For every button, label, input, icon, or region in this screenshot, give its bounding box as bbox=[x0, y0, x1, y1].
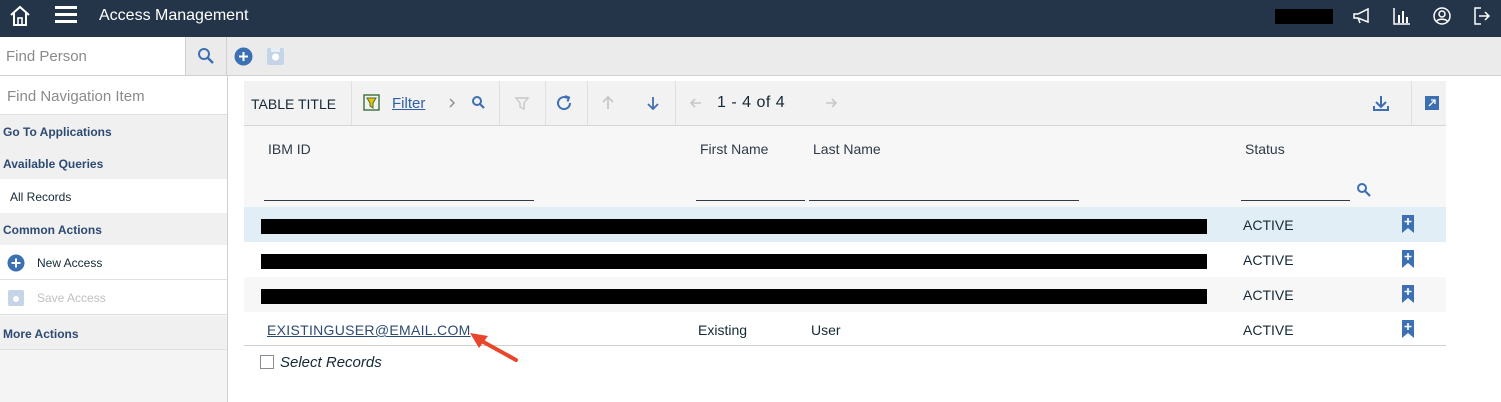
bookmark-add-icon[interactable] bbox=[1402, 320, 1414, 338]
chevron-left-icon[interactable] bbox=[687, 94, 705, 112]
divider bbox=[587, 81, 588, 125]
table-toolbar: TABLE TITLE Filter 1 - 4 of 4 bbox=[244, 81, 1446, 126]
divider bbox=[1411, 81, 1412, 125]
table-row[interactable]: EXISTINGUSER@EMAIL.COM Existing User ACT… bbox=[244, 312, 1446, 347]
table-title: TABLE TITLE bbox=[251, 96, 337, 112]
divider bbox=[351, 81, 352, 125]
ibm-id-link[interactable]: EXISTINGUSER@EMAIL.COM bbox=[267, 322, 471, 338]
redacted-row-data bbox=[261, 289, 1207, 304]
select-records-checkbox[interactable] bbox=[260, 355, 274, 369]
arrow-down-icon[interactable] bbox=[644, 94, 662, 112]
bookmark-add-icon[interactable] bbox=[1402, 250, 1414, 268]
app-title: Access Management bbox=[99, 7, 249, 24]
select-records-toggle[interactable]: Select Records bbox=[260, 353, 382, 371]
hamburger-menu-icon[interactable] bbox=[54, 4, 78, 26]
add-circle-icon[interactable] bbox=[234, 47, 253, 66]
table-row[interactable]: ACTIVE bbox=[244, 242, 1446, 277]
clear-filter-icon[interactable] bbox=[513, 94, 531, 112]
bookmark-add-icon[interactable] bbox=[1402, 285, 1414, 303]
status-cell: ACTIVE bbox=[1243, 252, 1294, 268]
chevron-right-icon[interactable] bbox=[443, 94, 461, 112]
table-row[interactable]: ACTIVE bbox=[244, 207, 1446, 242]
search-toolbar bbox=[0, 37, 1501, 76]
arrow-up-icon[interactable] bbox=[599, 94, 617, 112]
divider bbox=[675, 81, 676, 125]
sidebar: Find Navigation Item Go To Applications … bbox=[0, 76, 228, 402]
top-navigation-bar: Access Management bbox=[0, 0, 1501, 37]
search-icon[interactable] bbox=[470, 94, 488, 112]
status-cell: ACTIVE bbox=[1243, 322, 1294, 338]
select-records-label: Select Records bbox=[280, 353, 382, 371]
more-actions-section[interactable]: More Actions bbox=[0, 317, 227, 350]
pagination-count: 1 - 4 of 4 bbox=[717, 94, 786, 111]
sidebar-item-save-access[interactable]: Save Access bbox=[0, 280, 227, 315]
find-navigation-input[interactable]: Find Navigation Item bbox=[0, 76, 227, 115]
first-name-filter-input[interactable] bbox=[696, 200, 805, 201]
table-row[interactable]: ACTIVE bbox=[244, 277, 1446, 312]
red-arrow-annotation bbox=[466, 330, 522, 364]
bar-chart-icon[interactable] bbox=[1392, 6, 1412, 26]
chevron-right-icon[interactable] bbox=[822, 94, 840, 112]
column-header-ibm-id[interactable]: IBM ID bbox=[268, 141, 311, 157]
find-person-input[interactable] bbox=[0, 37, 186, 75]
search-icon[interactable] bbox=[1356, 182, 1372, 198]
ibm-id-filter-input[interactable] bbox=[264, 200, 534, 201]
refresh-icon[interactable] bbox=[555, 94, 573, 112]
save-icon[interactable] bbox=[266, 47, 285, 66]
filter-link[interactable]: Filter bbox=[392, 95, 425, 112]
first-name-cell: Existing bbox=[698, 322, 748, 338]
user-profile-icon[interactable] bbox=[1432, 6, 1452, 26]
status-filter-input[interactable] bbox=[1241, 200, 1350, 201]
redacted-row-data bbox=[261, 254, 1207, 269]
redacted-username bbox=[1275, 9, 1333, 24]
column-header-first-name[interactable]: First Name bbox=[700, 141, 768, 157]
table-footer-divider bbox=[244, 345, 1446, 346]
search-icon[interactable] bbox=[186, 37, 227, 75]
status-cell: ACTIVE bbox=[1243, 217, 1294, 233]
status-cell: ACTIVE bbox=[1243, 287, 1294, 303]
bookmark-add-icon[interactable] bbox=[1402, 215, 1414, 233]
download-icon[interactable] bbox=[1372, 94, 1390, 112]
sidebar-item-label: Save Access bbox=[37, 291, 106, 305]
last-name-cell: User bbox=[811, 322, 841, 338]
logout-icon[interactable] bbox=[1472, 6, 1492, 26]
home-icon[interactable] bbox=[8, 4, 32, 28]
save-icon bbox=[7, 289, 25, 307]
add-circle-icon bbox=[7, 254, 25, 272]
maximize-icon[interactable] bbox=[1423, 94, 1441, 112]
common-actions-section[interactable]: Common Actions bbox=[0, 213, 227, 246]
redacted-row-data bbox=[261, 219, 1207, 234]
divider bbox=[499, 81, 500, 125]
last-name-filter-input[interactable] bbox=[809, 200, 1079, 201]
column-header-status[interactable]: Status bbox=[1245, 141, 1285, 157]
go-to-applications-section[interactable]: Go To Applications bbox=[0, 115, 227, 148]
sidebar-item-new-access[interactable]: New Access bbox=[0, 245, 227, 280]
table-header: IBM ID First Name Last Name Status bbox=[244, 126, 1446, 207]
available-queries-section[interactable]: Available Queries bbox=[0, 147, 227, 180]
divider bbox=[545, 81, 546, 125]
filter-icon[interactable] bbox=[363, 94, 381, 112]
column-header-last-name[interactable]: Last Name bbox=[813, 141, 881, 157]
megaphone-icon[interactable] bbox=[1352, 6, 1372, 26]
sidebar-item-label: New Access bbox=[37, 256, 103, 270]
sidebar-item-all-records[interactable]: All Records bbox=[0, 179, 227, 214]
